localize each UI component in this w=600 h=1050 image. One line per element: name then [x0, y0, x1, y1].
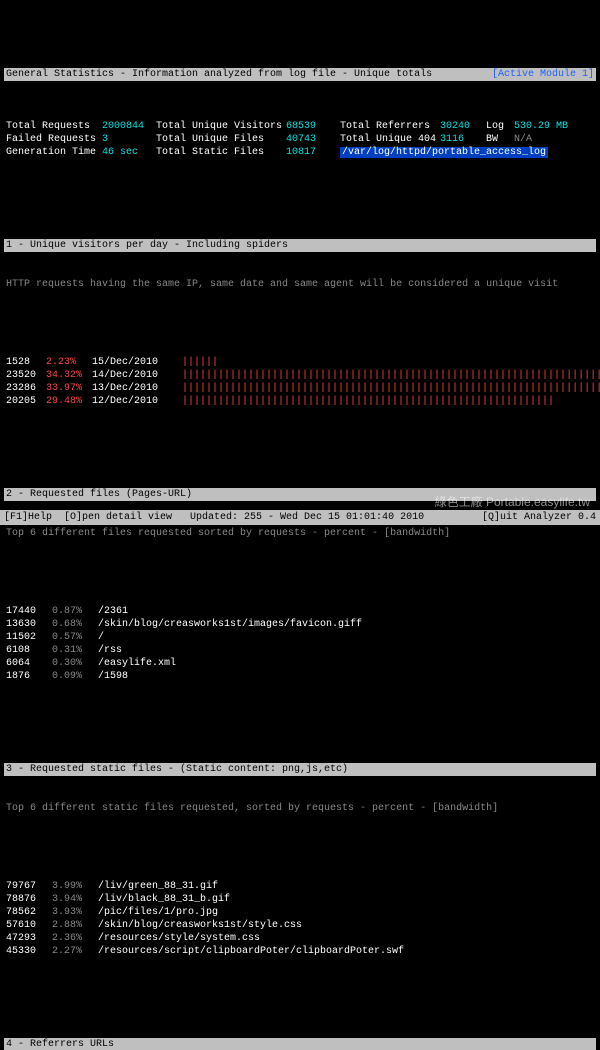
- table-row[interactable]: 472932.36%/resources/style/system.css: [4, 932, 596, 945]
- footer-left: [F1]Help [O]pen detail view Updated: 255…: [4, 512, 424, 523]
- table-row[interactable]: 2352034.32%14/Dec/2010||||||||||||||||||…: [4, 369, 596, 382]
- top-header: General Statistics - Information analyze…: [4, 68, 596, 81]
- section-3-rows: 797673.99%/liv/green_88_31.gif788763.94%…: [4, 880, 596, 958]
- table-row[interactable]: 797673.99%/liv/green_88_31.gif: [4, 880, 596, 893]
- section-4-header[interactable]: 4 - Referrers URLs: [4, 1038, 596, 1050]
- section-3-sub: Top 6 different static files requested, …: [4, 802, 596, 815]
- table-row[interactable]: 453302.27%/resources/script/clipboardPot…: [4, 945, 596, 958]
- top-title: General Statistics - Information analyze…: [6, 69, 432, 80]
- table-row[interactable]: 576102.88%/skin/blog/creasworks1st/style…: [4, 919, 596, 932]
- section-1-rows: 15282.23%15/Dec/2010||||||2352034.32%14/…: [4, 356, 596, 408]
- status-bar: [F1]Help [O]pen detail view Updated: 255…: [0, 510, 600, 525]
- table-row[interactable]: 60640.30%/easylife.xml: [4, 657, 596, 670]
- table-row[interactable]: 2020529.48%12/Dec/2010||||||||||||||||||…: [4, 395, 596, 408]
- watermark: 綠色工廠 Portable.easylife.tw: [435, 496, 590, 509]
- table-row[interactable]: 15282.23%15/Dec/2010||||||: [4, 356, 596, 369]
- table-row[interactable]: 136300.68%/skin/blog/creasworks1st/image…: [4, 618, 596, 631]
- footer-right: [Q]uit Analyzer 0.4: [482, 511, 596, 524]
- section-1-sub: HTTP requests having the same IP, same d…: [4, 278, 596, 291]
- section-2-rows: 174400.87%/2361136300.68%/skin/blog/crea…: [4, 605, 596, 683]
- table-row[interactable]: 788763.94%/liv/black_88_31_b.gif: [4, 893, 596, 906]
- table-row[interactable]: 785623.93%/pic/files/1/pro.jpg: [4, 906, 596, 919]
- table-row[interactable]: 2328633.97%13/Dec/2010||||||||||||||||||…: [4, 382, 596, 395]
- section-2-sub: Top 6 different files requested sorted b…: [4, 527, 596, 540]
- table-row[interactable]: 18760.09%/1598: [4, 670, 596, 683]
- active-module-label: [Active Module 1]: [492, 68, 594, 81]
- table-row[interactable]: 115020.57%/: [4, 631, 596, 644]
- section-1-header[interactable]: 1 - Unique visitors per day - Including …: [4, 239, 596, 252]
- section-3-header[interactable]: 3 - Requested static files - (Static con…: [4, 763, 596, 776]
- table-row[interactable]: 174400.87%/2361: [4, 605, 596, 618]
- general-stats: Total Requests2000844Total Unique Visito…: [4, 120, 596, 159]
- table-row[interactable]: 61080.31%/rss: [4, 644, 596, 657]
